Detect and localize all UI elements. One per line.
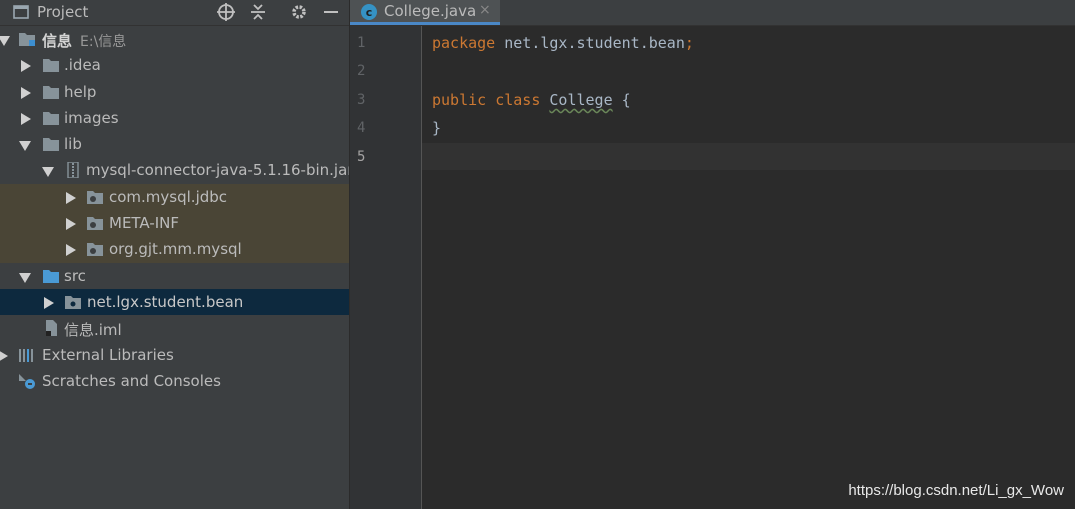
tree-label: org.gjt.mm.mysql xyxy=(109,240,242,259)
tree-item-root[interactable]: 信息 E:\信息 xyxy=(0,26,349,52)
tree-label: help xyxy=(64,82,97,101)
tree-label: images xyxy=(64,108,119,127)
package-icon xyxy=(87,217,103,231)
jar-icon xyxy=(67,162,79,179)
root-path: E:\信息 xyxy=(80,34,127,50)
line-number: 5 xyxy=(357,149,366,165)
tree-label: net.lgx.student.bean xyxy=(87,292,244,311)
project-tree: 信息 E:\信息 .idea help images lib mysql-con… xyxy=(0,26,349,394)
project-panel-title[interactable]: Project xyxy=(37,3,88,21)
project-window-icon xyxy=(13,5,29,19)
expand-arrow-icon[interactable] xyxy=(44,296,54,309)
tree-item-help[interactable]: help xyxy=(0,79,349,105)
tab-label: College.java xyxy=(384,2,477,20)
line-number: 4 xyxy=(357,120,366,136)
scratches-icon xyxy=(19,373,35,389)
collapse-arrow-icon[interactable] xyxy=(19,272,31,283)
tree-item-src[interactable]: src xyxy=(0,263,349,289)
tree-item-scratches[interactable]: Scratches and Consoles xyxy=(0,368,349,394)
expand-arrow-icon[interactable] xyxy=(21,60,31,73)
tree-item-iml[interactable]: 信息.iml xyxy=(0,315,349,341)
project-panel: Project 信息 E:\信息 .idea help images lib m… xyxy=(0,0,350,509)
expand-arrow-icon[interactable] xyxy=(66,191,76,204)
package-name: net.lgx.student.bean xyxy=(495,34,685,52)
tree-item-package[interactable]: org.gjt.mm.mysql xyxy=(0,236,349,263)
tree-item-package[interactable]: com.mysql.jdbc xyxy=(0,183,349,211)
package-icon xyxy=(87,243,103,257)
tree-item-src-package[interactable]: net.lgx.student.bean xyxy=(0,288,349,316)
expand-arrow-icon[interactable] xyxy=(66,244,76,257)
collapse-arrow-icon[interactable] xyxy=(42,167,54,178)
line-number: 2 xyxy=(357,63,366,79)
open-brace: { xyxy=(612,91,631,109)
tree-label: External Libraries xyxy=(42,345,174,364)
tree-item-package[interactable]: META-INF xyxy=(0,210,349,237)
package-icon xyxy=(65,295,81,309)
tree-label: .idea xyxy=(64,56,101,75)
locate-icon[interactable] xyxy=(216,2,236,22)
tree-label: META-INF xyxy=(109,214,180,233)
collapse-all-icon[interactable] xyxy=(248,2,268,22)
tree-label: src xyxy=(64,266,86,285)
semicolon: ; xyxy=(684,34,694,52)
hide-icon[interactable] xyxy=(321,2,341,22)
keyword: public xyxy=(432,91,487,109)
tree-item-images[interactable]: images xyxy=(0,105,349,131)
collapse-arrow-icon[interactable] xyxy=(19,141,31,152)
line-number: 3 xyxy=(357,92,366,108)
tree-label: lib xyxy=(64,135,82,154)
folder-icon xyxy=(43,138,59,152)
code-line[interactable]: public class College { xyxy=(432,91,631,119)
folder-icon xyxy=(43,85,59,99)
tree-item-lib[interactable]: lib xyxy=(0,131,349,157)
expand-arrow-icon[interactable] xyxy=(21,112,31,125)
close-brace: } xyxy=(432,119,442,137)
expand-arrow-icon[interactable] xyxy=(0,36,10,46)
tree-label: 信息.iml xyxy=(64,321,122,340)
tree-item-idea[interactable]: .idea xyxy=(0,52,349,78)
tree-label: Scratches and Consoles xyxy=(42,371,221,390)
watermark-text: https://blog.csdn.net/Li_gx_Wow xyxy=(848,482,1064,499)
folder-icon xyxy=(43,59,59,73)
close-icon[interactable]: × xyxy=(479,2,491,18)
keyword: package xyxy=(432,34,496,52)
tree-label: mysql-connector-java-5.1.16-bin.jar xyxy=(86,161,350,180)
expand-arrow-icon[interactable] xyxy=(66,218,76,231)
code-line[interactable]: } xyxy=(432,119,441,147)
current-line-highlight xyxy=(422,143,1075,170)
root-name: 信息 xyxy=(42,32,73,50)
svg-text:c: c xyxy=(366,6,373,19)
java-class-icon: c xyxy=(361,4,377,20)
gear-icon[interactable] xyxy=(289,2,309,22)
project-panel-header: Project xyxy=(0,0,349,26)
tree-label: com.mysql.jdbc xyxy=(109,187,228,206)
expand-arrow-icon[interactable] xyxy=(21,86,31,99)
code-line[interactable]: package net.lgx.student.bean; xyxy=(432,34,694,62)
library-icon xyxy=(19,348,33,362)
tree-item-external-libraries[interactable]: External Libraries xyxy=(0,342,349,368)
package-icon xyxy=(87,190,103,204)
tree-item-jar[interactable]: mysql-connector-java-5.1.16-bin.jar xyxy=(0,157,349,183)
iml-file-icon xyxy=(46,320,57,337)
keyword: class xyxy=(495,91,541,109)
source-folder-icon xyxy=(43,269,59,283)
folder-icon xyxy=(43,111,59,125)
line-number: 1 xyxy=(357,35,366,51)
line-number-gutter: 1 2 3 4 5 xyxy=(350,26,422,509)
tab-college-java[interactable]: c College.java × xyxy=(350,0,500,25)
expand-arrow-icon[interactable] xyxy=(0,349,8,362)
module-folder-icon xyxy=(19,33,35,46)
editor-tab-bar: c College.java × xyxy=(350,0,1075,26)
class-name: College xyxy=(549,91,613,109)
